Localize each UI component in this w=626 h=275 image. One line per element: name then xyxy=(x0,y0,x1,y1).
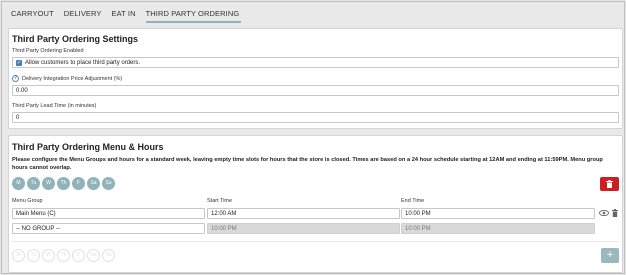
settings-panel: Third Party Ordering Settings Third Part… xyxy=(8,28,623,129)
settings-title: Third Party Ordering Settings xyxy=(12,34,139,44)
allow-orders-row: ✓ Allow customers to place third party o… xyxy=(12,57,619,68)
day-toggle-su[interactable]: Su xyxy=(102,249,115,262)
tab-carryout[interactable]: CARRYOUT xyxy=(11,7,59,23)
tab-third-party-ordering[interactable]: THIRD PARTY ORDERING xyxy=(145,7,242,23)
day-toggle-tu[interactable]: Tu xyxy=(27,249,40,262)
eye-icon[interactable] xyxy=(599,210,609,216)
day-toggle-su[interactable]: Su xyxy=(102,177,115,190)
price-adjustment-label: Delivery Integration Price Adjustment (%… xyxy=(22,76,123,82)
day-toggle-f[interactable]: F xyxy=(72,177,85,190)
menu-hours-title: Third Party Ordering Menu & Hours xyxy=(12,142,164,152)
menu-group-select[interactable]: Main Menu (C) xyxy=(12,208,205,219)
end-time-input: 10:00 PM xyxy=(401,223,595,234)
menu-hours-description: Please configure the Menu Groups and hou… xyxy=(12,157,603,171)
day-toggle-m[interactable]: M xyxy=(12,177,25,190)
trash-icon[interactable] xyxy=(612,209,618,217)
day-toggle-tu[interactable]: Tu xyxy=(27,177,40,190)
menu-group-select[interactable]: -- NO GROUP -- xyxy=(12,223,205,234)
col-end-time: End Time xyxy=(401,198,425,204)
delete-schedule-button[interactable] xyxy=(600,177,619,191)
day-toggle-sa[interactable]: Sa xyxy=(87,249,100,262)
end-time-input[interactable]: 10:00 PM xyxy=(401,208,595,219)
col-menu-group: Menu Group xyxy=(12,198,43,204)
day-toggle-th[interactable]: Th xyxy=(57,177,70,190)
allow-orders-checkbox[interactable]: ✓ xyxy=(16,60,22,66)
info-icon[interactable]: ? xyxy=(12,75,19,82)
menu-hours-panel: Third Party Ordering Menu & Hours Please… xyxy=(8,135,623,273)
add-schedule-button[interactable]: + xyxy=(601,248,619,263)
tab-bar: CARRYOUT DELIVERY EAT IN THIRD PARTY ORD… xyxy=(11,7,246,23)
price-adjustment-input[interactable]: 0.00 xyxy=(12,85,619,96)
enabled-label: Third Party Ordering Enabled xyxy=(12,48,84,54)
tab-eat-in[interactable]: EAT IN xyxy=(112,7,141,23)
start-time-input: 10:00 PM xyxy=(207,223,400,234)
day-toggle-sa[interactable]: Sa xyxy=(87,177,100,190)
tab-delivery[interactable]: DELIVERY xyxy=(64,7,107,23)
app-frame: CARRYOUT DELIVERY EAT IN THIRD PARTY ORD… xyxy=(1,1,625,274)
start-time-input[interactable]: 12:00 AM xyxy=(207,208,400,219)
day-toggle-th[interactable]: Th xyxy=(57,249,70,262)
lead-time-input[interactable]: 0 xyxy=(12,112,619,123)
day-selector-group-1: M Tu W Th F Sa Su xyxy=(12,177,115,190)
trash-icon xyxy=(606,180,613,188)
day-toggle-w[interactable]: W xyxy=(42,249,55,262)
col-start-time: Start Time xyxy=(207,198,233,204)
day-toggle-w[interactable]: W xyxy=(42,177,55,190)
divider xyxy=(12,241,619,242)
day-toggle-m[interactable]: M xyxy=(12,249,25,262)
day-toggle-f[interactable]: F xyxy=(72,249,85,262)
day-selector-group-2: M Tu W Th F Sa Su xyxy=(12,249,115,262)
lead-time-label: Third Party Lead Time (in minutes) xyxy=(12,103,97,109)
allow-orders-label: Allow customers to place third party ord… xyxy=(25,60,141,66)
